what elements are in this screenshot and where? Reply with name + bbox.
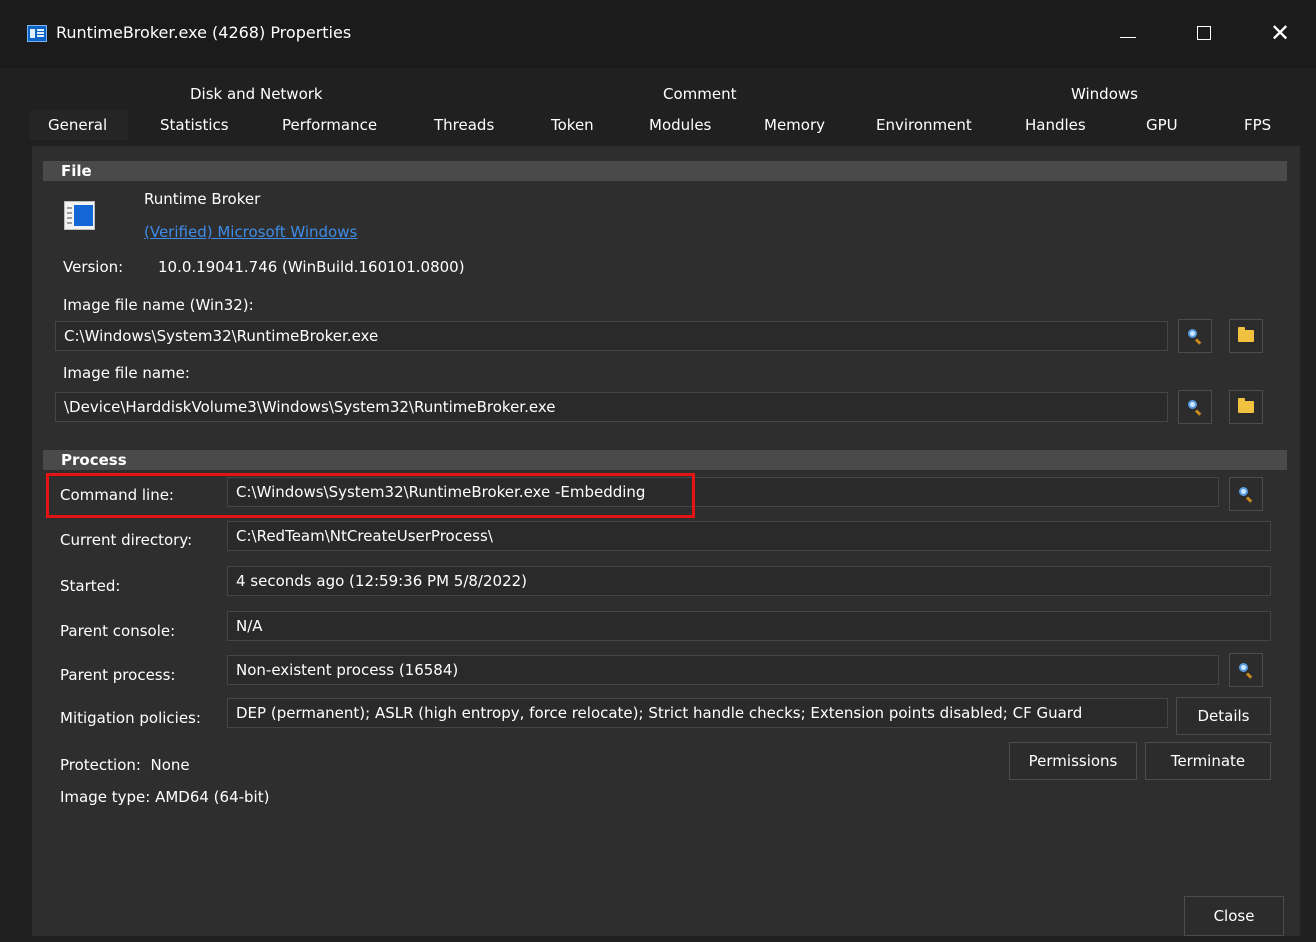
tab-memory[interactable]: Memory	[764, 116, 825, 134]
inspect-win32-image-button[interactable]	[1178, 319, 1212, 353]
details-button[interactable]: Details	[1176, 697, 1271, 735]
open-image-location-button[interactable]	[1229, 390, 1263, 424]
version-label: Version:	[63, 258, 124, 276]
window-app-icon	[27, 25, 47, 42]
close-window-button[interactable]: ✕	[1250, 10, 1310, 56]
tab-gpu[interactable]: GPU	[1146, 116, 1178, 134]
image-file-name-label: Image file name:	[63, 364, 190, 382]
magnifier-icon	[1239, 663, 1253, 677]
process-section-header: Process	[43, 450, 1287, 470]
tab-threads[interactable]: Threads	[434, 116, 494, 134]
tab-comment[interactable]: Comment	[663, 85, 737, 103]
version-value: 10.0.19041.746 (WinBuild.160101.0800)	[158, 258, 465, 276]
file-section-header: File	[43, 161, 1287, 181]
inspect-command-line-button[interactable]	[1229, 477, 1263, 511]
magnifier-icon	[1188, 400, 1202, 414]
protection-text: Protection: None	[60, 756, 190, 774]
current-directory-label: Current directory:	[60, 531, 193, 549]
mitigation-policies-label: Mitigation policies:	[60, 709, 201, 727]
tab-modules[interactable]: Modules	[649, 116, 711, 134]
open-win32-image-location-button[interactable]	[1229, 319, 1263, 353]
image-type-text: Image type: AMD64 (64-bit)	[60, 788, 270, 806]
tab-fps[interactable]: FPS	[1244, 116, 1271, 134]
inspect-image-button[interactable]	[1178, 390, 1212, 424]
command-line-highlight-box	[46, 473, 695, 518]
inspect-parent-process-button[interactable]	[1229, 653, 1263, 687]
title-bar: RuntimeBroker.exe (4268) Properties ✕	[0, 0, 1316, 68]
tab-windows[interactable]: Windows	[1071, 85, 1138, 103]
started-label: Started:	[60, 577, 121, 595]
close-button[interactable]: Close	[1184, 896, 1284, 936]
parent-process-label: Parent process:	[60, 666, 176, 684]
parent-process-field[interactable]: Non-existent process (16584)	[227, 655, 1219, 685]
tab-performance[interactable]: Performance	[282, 116, 377, 134]
mitigation-policies-field[interactable]: DEP (permanent); ASLR (high entropy, for…	[227, 698, 1168, 728]
tab-environment[interactable]: Environment	[876, 116, 972, 134]
magnifier-icon	[1239, 487, 1253, 501]
file-description: Runtime Broker	[144, 190, 261, 208]
terminate-button[interactable]: Terminate	[1145, 742, 1271, 780]
maximize-icon	[1197, 26, 1211, 40]
image-file-name-win32-label: Image file name (Win32):	[63, 296, 254, 314]
window-title: RuntimeBroker.exe (4268) Properties	[56, 23, 352, 42]
file-icon	[64, 201, 95, 230]
image-file-name-win32-field[interactable]: C:\Windows\System32\RuntimeBroker.exe	[55, 321, 1168, 351]
verified-signer-link[interactable]: (Verified) Microsoft Windows	[144, 223, 357, 241]
tab-general[interactable]: General	[48, 116, 107, 134]
image-file-name-field[interactable]: \Device\HarddiskVolume3\Windows\System32…	[55, 392, 1168, 422]
maximize-button[interactable]	[1174, 10, 1234, 56]
minimize-icon	[1120, 36, 1136, 38]
tab-statistics[interactable]: Statistics	[160, 116, 229, 134]
minimize-button[interactable]	[1098, 10, 1158, 56]
permissions-button[interactable]: Permissions	[1009, 742, 1137, 780]
parent-console-label: Parent console:	[60, 622, 176, 640]
parent-console-field[interactable]: N/A	[227, 611, 1271, 641]
tab-token[interactable]: Token	[551, 116, 594, 134]
folder-icon	[1238, 398, 1254, 413]
current-directory-field[interactable]: C:\RedTeam\NtCreateUserProcess\	[227, 521, 1271, 551]
close-icon: ✕	[1269, 19, 1291, 47]
tab-handles[interactable]: Handles	[1025, 116, 1086, 134]
tab-disk-and-network[interactable]: Disk and Network	[190, 85, 323, 103]
folder-icon	[1238, 327, 1254, 342]
started-field[interactable]: 4 seconds ago (12:59:36 PM 5/8/2022)	[227, 566, 1271, 596]
magnifier-icon	[1188, 329, 1202, 343]
